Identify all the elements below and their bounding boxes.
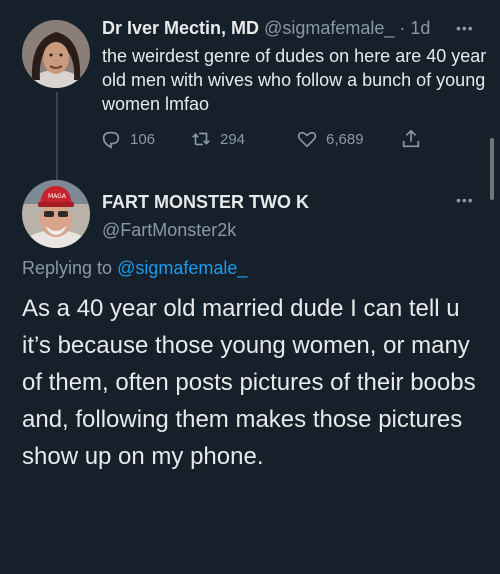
tweet-text: the weirdest genre of dudes on here are … <box>102 46 487 114</box>
share-icon <box>402 129 420 148</box>
reply-icon <box>102 131 120 149</box>
like-count: 6,689 <box>326 130 364 148</box>
tweet-text: As a 40 year old married dude I can tell… <box>22 295 476 470</box>
user-handle[interactable]: @sigmafemale_ <box>264 18 394 38</box>
replying-to-line: Replying to @sigmafemale_ <box>22 258 247 279</box>
reply-button[interactable]: 106 <box>100 128 155 150</box>
display-name[interactable]: FART MONSTER TWO K <box>102 192 309 213</box>
separator-dot: · <box>399 18 406 38</box>
replying-to-label: Replying to <box>22 258 113 278</box>
heart-icon <box>297 131 317 148</box>
share-button[interactable] <box>400 128 430 150</box>
like-button[interactable]: 6,689 <box>296 128 364 150</box>
timestamp[interactable]: 1d <box>410 18 430 38</box>
thread-connector-line <box>56 92 58 182</box>
scrollbar[interactable] <box>490 138 494 200</box>
svg-text:MAGA: MAGA <box>48 193 67 200</box>
avatar[interactable] <box>22 20 90 88</box>
retweet-count: 294 <box>220 130 246 148</box>
retweet-icon <box>192 132 210 146</box>
tweet-header: Dr Iver Mectin, MD @sigmafemale_ · 1d <box>102 18 430 39</box>
avatar[interactable]: MAGA <box>22 180 90 248</box>
tweet-thread: Dr Iver Mectin, MD @sigmafemale_ · 1d ••… <box>0 0 500 574</box>
tweet-actions: 106 294 6,689 <box>100 128 420 154</box>
display-name[interactable]: Dr Iver Mectin, MD <box>102 18 259 38</box>
user-handle[interactable]: @FartMonster2k <box>102 220 236 241</box>
retweet-button[interactable]: 294 <box>190 128 245 150</box>
reply-count: 106 <box>130 130 156 148</box>
ellipsis-icon[interactable]: ••• <box>456 20 474 36</box>
replying-to-handle[interactable]: @sigmafemale_ <box>117 258 247 278</box>
ellipsis-icon[interactable]: ••• <box>456 192 474 208</box>
